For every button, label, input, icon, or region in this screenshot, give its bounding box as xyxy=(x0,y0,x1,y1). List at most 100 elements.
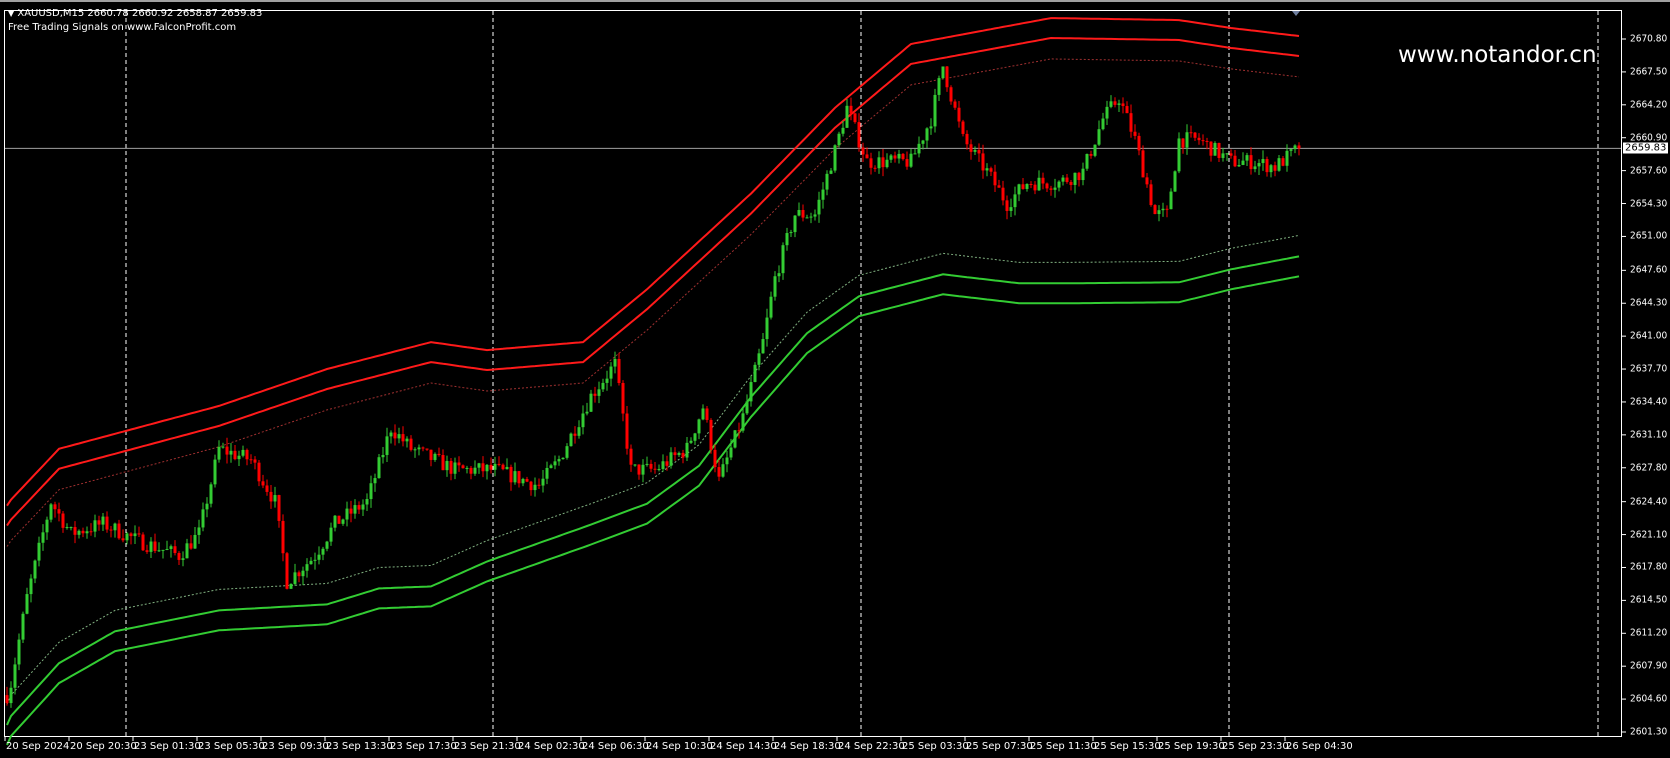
candle-bear xyxy=(1041,177,1045,184)
candle-bull xyxy=(433,453,437,460)
candle-bear xyxy=(997,185,1001,188)
candle-bear xyxy=(1265,159,1269,173)
candle-bear xyxy=(1233,155,1237,167)
candle-bear xyxy=(53,504,57,510)
candle-bear xyxy=(257,462,261,482)
candle-bull xyxy=(237,455,241,460)
time-tick-label: 24 Sep 14:30 xyxy=(710,741,777,752)
candle-bull xyxy=(797,210,801,216)
candle-bear xyxy=(1129,113,1133,132)
candle-bear xyxy=(853,113,857,123)
candle-bull xyxy=(209,484,213,504)
candle-bull xyxy=(597,389,601,396)
candle-bull xyxy=(601,382,605,390)
candle-bull xyxy=(909,153,913,167)
candle-bear xyxy=(1005,200,1009,211)
symbol-ohlc: XAUUSD,M15 2660.78 2660.92 2658.87 2659.… xyxy=(17,8,263,19)
candle-bear xyxy=(141,534,145,551)
candle-bear xyxy=(881,157,885,168)
price-tick-label: 2664.20 xyxy=(1630,99,1668,111)
candle-bull xyxy=(921,140,925,144)
candle-bull xyxy=(845,105,849,128)
candle-bull xyxy=(321,548,325,555)
candle-bull xyxy=(1161,208,1165,211)
candle-bull xyxy=(1169,191,1173,210)
candle-bull xyxy=(685,442,689,458)
candle-bear xyxy=(189,543,193,549)
candle-bull xyxy=(1213,143,1217,156)
candle-bear xyxy=(1181,138,1185,148)
candle-bear xyxy=(945,66,949,88)
candle-bull xyxy=(93,520,97,532)
candle-bull xyxy=(1109,101,1113,107)
candle-bull xyxy=(741,413,745,431)
candle-bear xyxy=(529,481,533,491)
candle-bull xyxy=(557,459,561,462)
candle-bull xyxy=(889,155,893,160)
price-tick-label: 2627.80 xyxy=(1630,462,1668,474)
price-tick-label: 2604.60 xyxy=(1630,693,1668,705)
time-tick-label: 25 Sep 15:30 xyxy=(1094,741,1161,752)
candle-bull xyxy=(185,543,189,559)
candle-bear xyxy=(277,495,281,521)
candle-bear xyxy=(869,158,873,168)
price-tick-label: 2644.30 xyxy=(1630,297,1668,309)
candle-bear xyxy=(489,464,493,470)
candle-bull xyxy=(241,449,245,456)
candle-bear xyxy=(281,520,285,554)
candle-bull xyxy=(161,549,165,551)
candle-bull xyxy=(897,153,901,159)
candle-bull xyxy=(1025,183,1029,189)
candle-bull xyxy=(29,578,33,595)
candle-bear xyxy=(873,167,877,169)
price-tick-label: 2651.00 xyxy=(1630,230,1668,242)
candle-bear xyxy=(1049,188,1053,190)
candle-bull xyxy=(1237,164,1241,167)
candle-bull xyxy=(789,232,793,234)
candle-bull xyxy=(757,353,761,365)
candle-bull xyxy=(45,519,49,533)
candle-bull xyxy=(1185,132,1189,148)
candle-bull xyxy=(213,459,217,485)
candle-bear xyxy=(265,485,269,492)
candle-bull xyxy=(33,560,37,579)
candle-bull xyxy=(1269,165,1273,173)
candle-bull xyxy=(605,378,609,383)
candle-bear xyxy=(537,484,541,486)
candle-bull xyxy=(609,366,613,379)
candle-bull xyxy=(545,467,549,479)
candle-bear xyxy=(481,463,485,472)
candle-bull xyxy=(1117,103,1121,105)
candle-bear xyxy=(621,382,625,414)
candle-bull xyxy=(809,216,813,218)
candle-bear xyxy=(105,516,109,530)
candle-bull xyxy=(1157,210,1161,215)
candle-bear xyxy=(461,465,465,469)
candle-bear xyxy=(501,464,505,470)
time-tick-label: 24 Sep 02:30 xyxy=(518,741,585,752)
candle-bull xyxy=(309,560,313,565)
candle-bear xyxy=(449,460,453,474)
time-tick-label: 23 Sep 17:30 xyxy=(390,741,457,752)
candle-bull xyxy=(929,126,933,129)
time-tick-label: 23 Sep 21:30 xyxy=(454,741,521,752)
candle-bull xyxy=(1173,171,1177,192)
candle-bear xyxy=(865,154,869,159)
candle-bull xyxy=(1053,187,1057,190)
candle-bull xyxy=(925,128,929,141)
candle-bear xyxy=(233,450,237,460)
candle-bull xyxy=(1225,153,1229,155)
candle-bear xyxy=(1229,153,1233,156)
lower-band-outer xyxy=(6,275,1300,746)
time-tick-label: 25 Sep 03:30 xyxy=(902,741,969,752)
chart-canvas xyxy=(4,11,1626,746)
candle-bull xyxy=(541,478,545,486)
candle-bull xyxy=(133,533,137,537)
candle-bull xyxy=(565,446,569,458)
price-tick-label: 2647.60 xyxy=(1630,264,1668,276)
candle-bull xyxy=(781,245,785,274)
candle-bull xyxy=(725,457,729,465)
collapse-triangle-icon[interactable]: ▼ xyxy=(8,9,14,18)
candle-bull xyxy=(821,189,825,200)
candle-bull xyxy=(193,534,197,549)
